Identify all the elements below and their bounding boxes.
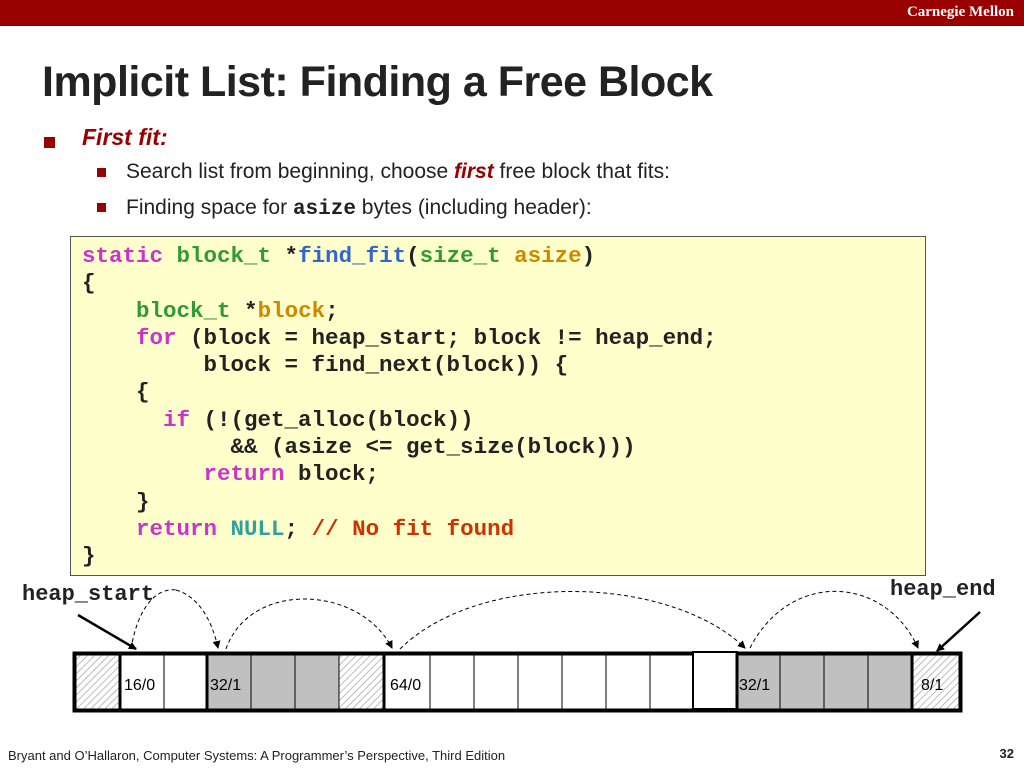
- block-label-0: 16/0: [124, 677, 155, 694]
- block-label-3: 32/1: [739, 677, 770, 694]
- block-label-2: 64/0: [390, 677, 421, 694]
- heap-word: [250, 654, 296, 710]
- traversal-arc: [130, 589, 177, 650]
- heap-word: [294, 654, 340, 710]
- heap-word: [649, 654, 694, 710]
- traversal-arc: [399, 591, 746, 650]
- heap-end-arrow: [936, 611, 981, 652]
- block-label-1: 32/1: [210, 677, 241, 694]
- heap-word: [867, 654, 913, 710]
- heap-word: [473, 654, 519, 710]
- heap-word: [605, 654, 651, 710]
- traversal-arc: [175, 589, 221, 649]
- traversal-arc: [225, 598, 393, 650]
- heap-word: [823, 654, 869, 710]
- heap-word: [692, 651, 738, 710]
- heap-word: [517, 654, 563, 710]
- citation: Bryant and O’Hallaron, Computer Systems:…: [8, 748, 506, 763]
- padding-word: [338, 654, 385, 710]
- block-label-4: 8/1: [921, 677, 943, 694]
- heap-word: [163, 654, 208, 710]
- heap-start-arrow: [77, 613, 137, 651]
- heap-diagram: 16/0 32/1 64/0 32/1 8/1: [72, 589, 981, 713]
- heap-word: [561, 654, 607, 710]
- traversal-arc: [749, 590, 919, 649]
- page-number: 32: [999, 746, 1014, 761]
- heap-word: [779, 654, 825, 710]
- padding-word: [75, 654, 121, 710]
- heap-word: [429, 654, 475, 710]
